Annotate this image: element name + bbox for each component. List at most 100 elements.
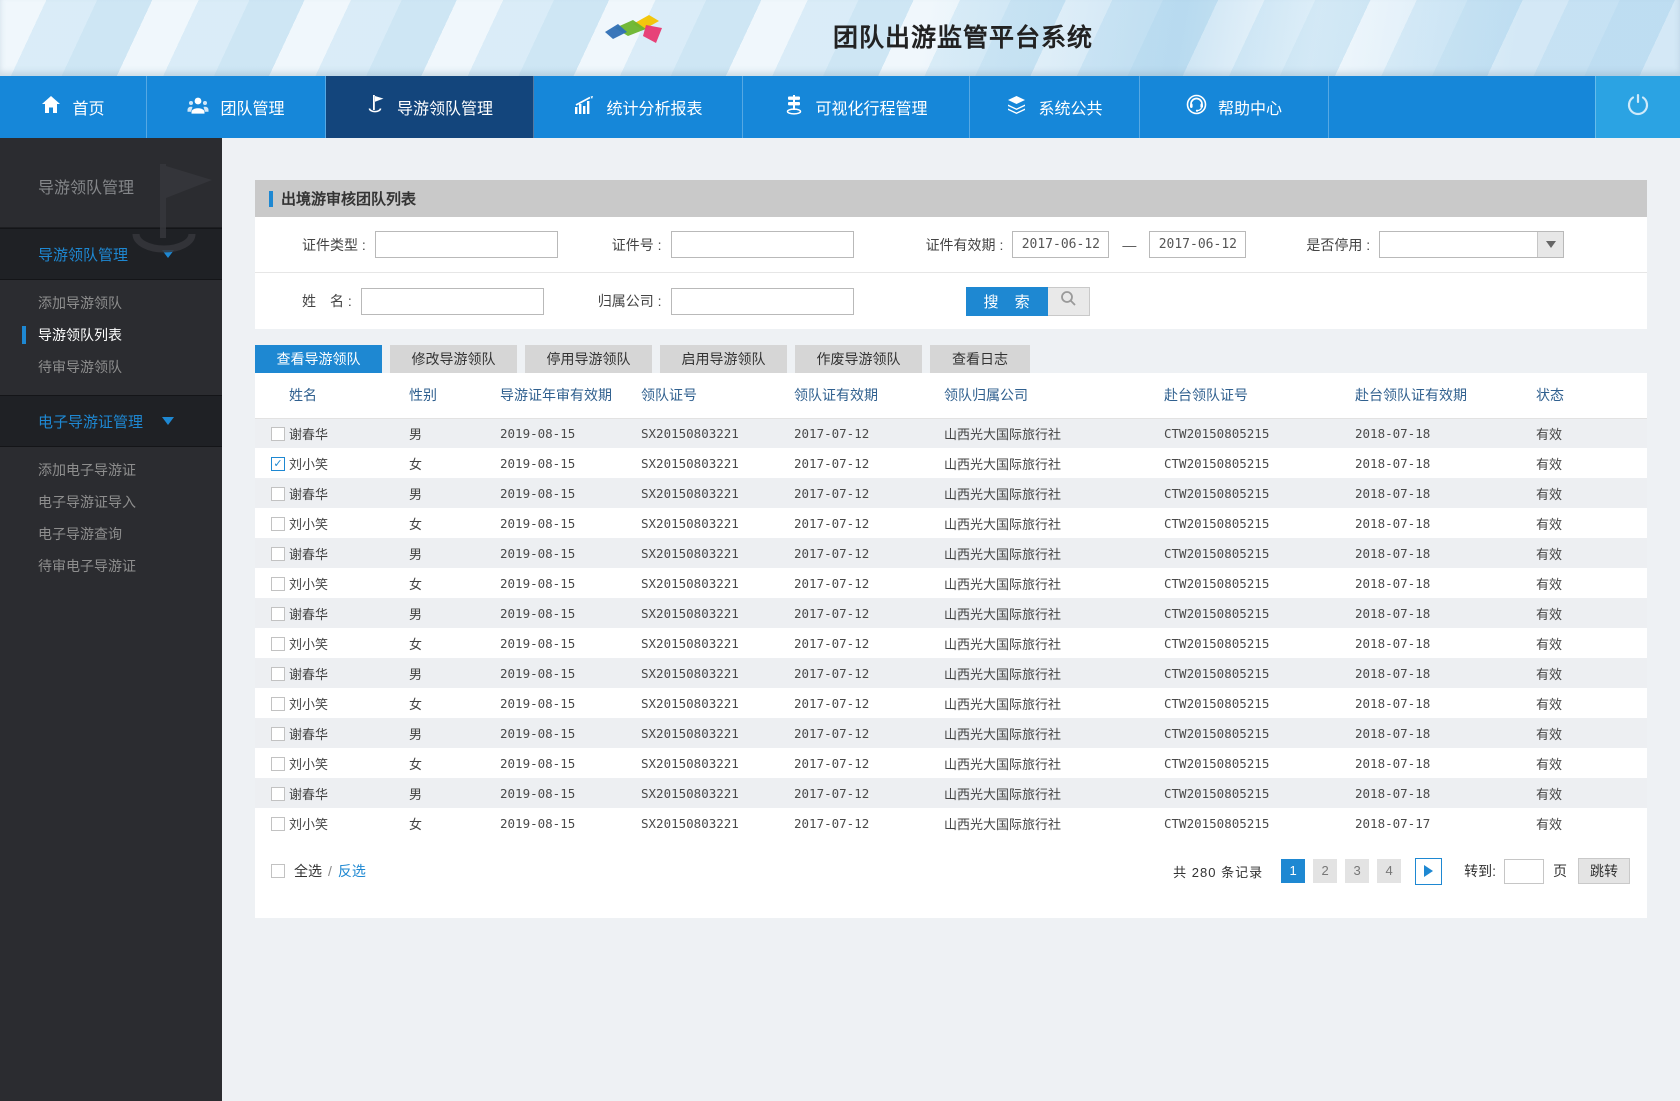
sidebar-item-add-e-guide-cert[interactable]: 添加电子导游证 (0, 454, 222, 486)
cell-taiwan-cert-valid: 2018-07-17 (1355, 815, 1431, 831)
cell-taiwan-cert-valid: 2018-07-18 (1355, 605, 1431, 621)
cell-review-valid: 2019-08-15 (500, 515, 576, 531)
invert-select-link[interactable]: 反选 (338, 861, 366, 881)
power-icon (1625, 92, 1651, 123)
cell-status: 有效 (1536, 786, 1563, 802)
page-button-1[interactable]: 1 (1281, 859, 1306, 883)
cert-no-input[interactable] (670, 231, 854, 258)
sidebar-item-add-guide-leader[interactable]: 添加导游领队 (0, 287, 222, 319)
disabled-select[interactable] (1379, 231, 1565, 258)
action-tabs: 查看导游领队 修改导游领队 停用导游领队 启用导游领队 作废导游领队 查看日志 (255, 345, 1647, 373)
row-checkbox[interactable] (271, 756, 285, 771)
nav-item-team-management[interactable]: 团队管理 (147, 76, 326, 138)
search-icon-button[interactable] (1047, 286, 1090, 316)
cell-status: 有效 (1536, 666, 1563, 682)
nav-item-label: 团队管理 (220, 101, 285, 118)
date-from-input[interactable] (1012, 231, 1110, 258)
nav-item-help-center[interactable]: 帮助中心 (1140, 76, 1329, 138)
nav-item-system-public[interactable]: 系统公共 (970, 76, 1140, 138)
logout-button[interactable] (1595, 76, 1680, 138)
cell-leader-cert-no: SX20150803221 (641, 725, 739, 741)
cell-company: 山西光大国际旅行社 (944, 516, 1062, 532)
tab-void-guide-leader[interactable]: 作废导游领队 (795, 345, 922, 373)
pagination: 共 280 条记录 1 2 3 4 转到: 页 跳转 (1173, 857, 1630, 885)
cell-taiwan-cert-no: CTW20150805215 (1164, 725, 1270, 741)
row-checkbox[interactable] (271, 546, 285, 561)
sidebar-group-e-guide-cert[interactable]: 电子导游证管理 (0, 395, 222, 447)
sidebar-item-pending-e-guide-cert[interactable]: 待审电子导游证 (0, 550, 222, 582)
col-taiwan-cert-valid: 赴台领队证有效期 (1355, 373, 1536, 419)
cell-gender: 女 (409, 816, 423, 832)
tab-enable-guide-leader[interactable]: 启用导游领队 (660, 345, 787, 373)
row-checkbox[interactable] (271, 486, 285, 501)
sidebar-item-query-e-guide[interactable]: 电子导游查询 (0, 518, 222, 550)
table-row: 刘小笑 女 2019-08-15 SX20150803221 2017-07-1… (255, 508, 1647, 538)
row-checkbox[interactable] (271, 576, 285, 591)
cell-status: 有效 (1536, 756, 1563, 772)
cell-leader-cert-valid: 2017-07-12 (794, 425, 870, 441)
tab-view-log[interactable]: 查看日志 (930, 345, 1030, 373)
nav-item-label: 统计分析报表 (606, 101, 703, 118)
cell-company: 山西光大国际旅行社 (944, 546, 1062, 562)
sidebar-item-import-e-guide-cert[interactable]: 电子导游证导入 (0, 486, 222, 518)
date-to-input[interactable] (1149, 231, 1247, 258)
nav-item-stats-reports[interactable]: 统计分析报表 (534, 76, 743, 138)
cell-taiwan-cert-no: CTW20150805215 (1164, 455, 1270, 471)
nav-item-visual-itinerary[interactable]: 可视化行程管理 (743, 76, 970, 138)
row-checkbox[interactable] (271, 816, 285, 831)
cell-gender: 女 (409, 576, 423, 592)
row-checkbox[interactable] (271, 516, 285, 531)
nav-item-guide-leader-management[interactable]: 导游领队管理 (326, 76, 534, 138)
row-checkbox[interactable]: ✓ (271, 456, 285, 471)
tab-view-guide-leader[interactable]: 查看导游领队 (255, 345, 382, 373)
tab-edit-guide-leader[interactable]: 修改导游领队 (390, 345, 517, 373)
row-checkbox[interactable] (271, 427, 285, 442)
col-checkbox (255, 373, 289, 419)
cell-taiwan-cert-valid: 2018-07-18 (1355, 425, 1431, 441)
cell-taiwan-cert-valid: 2018-07-18 (1355, 635, 1431, 651)
cell-leader-cert-no: SX20150803221 (641, 485, 739, 501)
row-checkbox[interactable] (271, 636, 285, 651)
page-button-4[interactable]: 4 (1377, 859, 1402, 883)
app-logo-icon (603, 12, 681, 57)
sidebar-item-guide-leader-list[interactable]: 导游领队列表 (0, 319, 222, 351)
cell-leader-cert-no: SX20150803221 (641, 635, 739, 651)
main-content: 出境游审核团队列表 证件类型 : 证件号 : 证件有效期 : — 是否停用 : … (222, 138, 1680, 918)
cell-taiwan-cert-no: CTW20150805215 (1164, 785, 1270, 801)
cell-taiwan-cert-valid: 2018-07-18 (1355, 545, 1431, 561)
tab-disable-guide-leader[interactable]: 停用导游领队 (525, 345, 652, 373)
layers-icon (1006, 95, 1027, 120)
cell-leader-cert-valid: 2017-07-12 (794, 785, 870, 801)
page-unit-label: 页 (1553, 863, 1567, 879)
sidebar-item-label: 待审导游领队 (38, 359, 122, 375)
page-button-3[interactable]: 3 (1345, 859, 1370, 883)
cell-leader-cert-valid: 2017-07-12 (794, 635, 870, 651)
cell-gender: 女 (409, 696, 423, 712)
cell-leader-cert-no: SX20150803221 (641, 755, 739, 771)
cell-leader-cert-no: SX20150803221 (641, 515, 739, 531)
goto-page-input[interactable] (1504, 858, 1544, 884)
nav-item-home[interactable]: 首页 (0, 76, 147, 138)
company-input[interactable] (670, 287, 854, 315)
select-all-checkbox[interactable] (271, 864, 285, 878)
search-button[interactable]: 搜 索 (965, 286, 1048, 316)
cell-name: 谢春华 (289, 606, 329, 622)
row-checkbox[interactable] (271, 726, 285, 741)
col-status: 状态 (1536, 373, 1647, 419)
sidebar-item-pending-guide-leader[interactable]: 待审导游领队 (0, 351, 222, 383)
cert-type-input[interactable] (374, 231, 558, 258)
sidebar-group-items: 添加导游领队 导游领队列表 待审导游领队 (0, 280, 222, 395)
jump-button[interactable]: 跳转 (1578, 858, 1630, 884)
cell-name: 刘小笑 (289, 756, 329, 772)
cell-taiwan-cert-no: CTW20150805215 (1164, 485, 1270, 501)
row-checkbox[interactable] (271, 606, 285, 621)
row-checkbox[interactable] (271, 666, 285, 681)
next-page-button[interactable] (1415, 857, 1443, 885)
row-checkbox[interactable] (271, 786, 285, 801)
page-button-2[interactable]: 2 (1313, 859, 1338, 883)
row-checkbox[interactable] (271, 696, 285, 711)
cell-taiwan-cert-valid: 2018-07-18 (1355, 695, 1431, 711)
name-input[interactable] (360, 287, 544, 315)
table-row: 刘小笑 女 2019-08-15 SX20150803221 2017-07-1… (255, 628, 1647, 658)
cell-name: 刘小笑 (289, 516, 329, 532)
